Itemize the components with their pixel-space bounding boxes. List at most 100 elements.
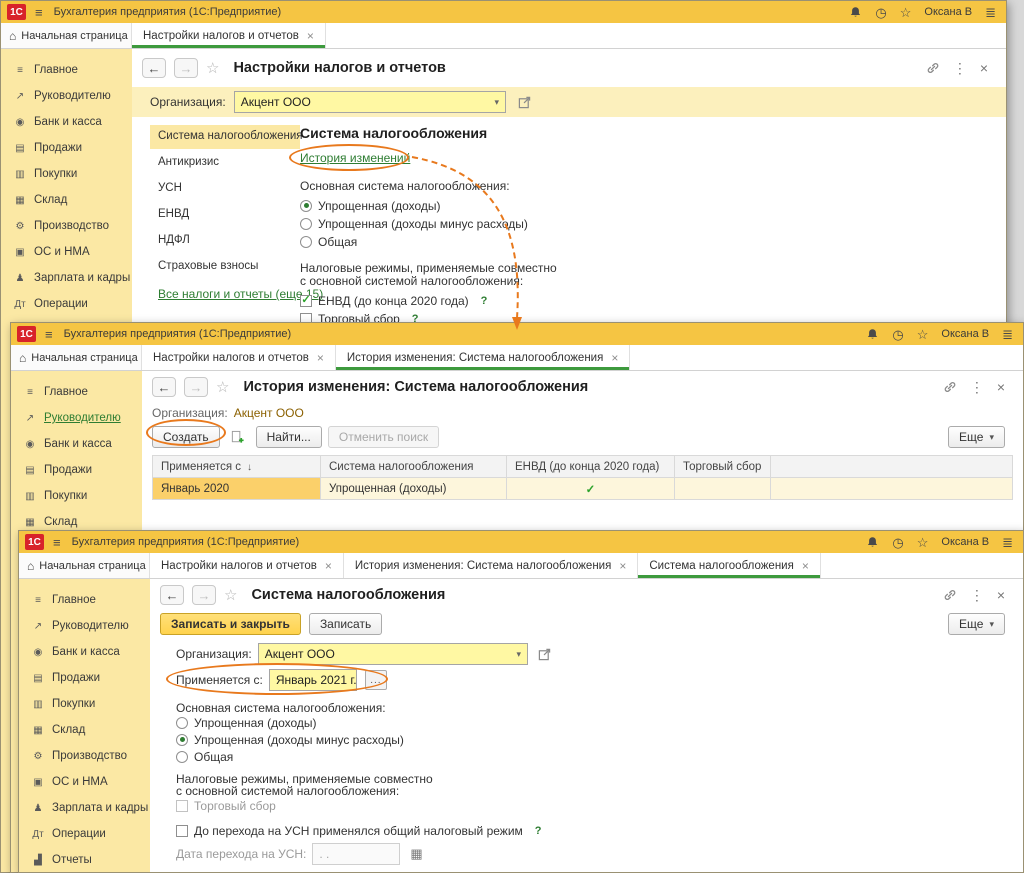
- calendar-icon[interactable]: ▦: [410, 846, 422, 862]
- tab-tax-settings[interactable]: Настройки налогов и отчетов ×: [150, 553, 344, 578]
- sidebar-item-sklad[interactable]: ▦Склад: [1, 187, 132, 213]
- sidebar-item-os-nma[interactable]: ▣ОС и НМА: [19, 769, 150, 795]
- sidebar-item-bank-kassa[interactable]: ◉Банк и касса: [11, 431, 142, 457]
- column-taxation-system[interactable]: Система налогообложения: [321, 456, 507, 478]
- more-dots-icon[interactable]: ⋮: [970, 588, 984, 602]
- user-name[interactable]: Оксана В: [941, 328, 989, 340]
- back-button[interactable]: ←: [152, 377, 176, 397]
- sidebar-item-os-nma[interactable]: ▣ОС и НМА: [1, 239, 132, 265]
- radio-usn-income[interactable]: Упрощенная (доходы): [300, 197, 1006, 214]
- tab-close-icon[interactable]: ×: [802, 560, 809, 572]
- checkbox-trade-fee[interactable]: Торговый сбор: [176, 797, 1023, 814]
- tab-close-icon[interactable]: ×: [325, 560, 332, 572]
- sidebar-item-proizvodstvo[interactable]: ⚙Производство: [1, 213, 132, 239]
- open-form-icon[interactable]: [538, 648, 551, 661]
- radio-general[interactable]: Общая: [176, 748, 1023, 765]
- sidebar-item-proizvodstvo[interactable]: ⚙Производство: [19, 743, 150, 769]
- favorite-star-icon[interactable]: ☆: [216, 378, 229, 396]
- service-menu-icon[interactable]: ≣: [985, 6, 996, 19]
- service-menu-icon[interactable]: ≣: [1002, 328, 1013, 341]
- sidebar-item-sklad[interactable]: ▦Склад: [19, 717, 150, 743]
- save-and-close-button[interactable]: Записать и закрыть: [160, 613, 301, 635]
- more-dots-icon[interactable]: ⋮: [953, 61, 967, 75]
- create-button[interactable]: Создать: [152, 426, 220, 448]
- tab-taxation-form[interactable]: Система налогообложения ×: [638, 553, 821, 578]
- cell-trade-fee[interactable]: [675, 478, 771, 500]
- favorite-star-icon[interactable]: ☆: [206, 59, 219, 77]
- tab-close-icon[interactable]: ×: [611, 352, 618, 364]
- history-link[interactable]: История изменений: [300, 151, 410, 165]
- radio-usn-income[interactable]: Упрощенная (доходы): [176, 714, 1023, 731]
- all-taxes-link[interactable]: Все налоги и отчеты (еще 15): [150, 281, 300, 307]
- sidebar-item-rukovoditelyu[interactable]: ↗Руководителю: [19, 613, 150, 639]
- sidebar-item-pokupki[interactable]: ▥Покупки: [11, 483, 142, 509]
- choose-period-button[interactable]: ...: [365, 670, 387, 690]
- sidebar-item-glavnoe[interactable]: ≡Главное: [11, 379, 142, 405]
- nav-item-envd[interactable]: ЕНВД: [150, 203, 300, 227]
- sidebar-item-zarplata[interactable]: ♟Зарплата и кадры: [1, 265, 132, 291]
- organization-input[interactable]: Акцент ООО ▾: [258, 643, 528, 665]
- favorites-star-icon[interactable]: ☆: [917, 536, 929, 549]
- link-icon[interactable]: [943, 380, 957, 394]
- sidebar-item-rukovoditelyu[interactable]: ↗Руководителю: [1, 83, 132, 109]
- favorite-star-icon[interactable]: ☆: [224, 586, 237, 604]
- user-name[interactable]: Оксана В: [924, 6, 972, 18]
- radio-general[interactable]: Общая: [300, 233, 1006, 250]
- tab-home[interactable]: ⌂ Начальная страница: [1, 23, 132, 48]
- sidebar-item-prodazhi[interactable]: ▤Продажи: [1, 135, 132, 161]
- sidebar-item-glavnoe[interactable]: ≡Главное: [1, 57, 132, 83]
- sidebar-item-glavnoe[interactable]: ≡Главное: [19, 587, 150, 613]
- save-button[interactable]: Записать: [309, 613, 382, 635]
- cell-envd-check[interactable]: ✓: [507, 478, 675, 500]
- forward-button[interactable]: →: [192, 585, 216, 605]
- sidebar-item-operacii[interactable]: ДтОперации: [19, 821, 150, 847]
- sidebar-item-otchety[interactable]: ▟Отчеты: [19, 847, 150, 872]
- tab-home[interactable]: ⌂ Начальная страница: [19, 553, 150, 578]
- usn-transition-date-input[interactable]: . .: [312, 843, 400, 865]
- tab-close-icon[interactable]: ×: [619, 560, 626, 572]
- more-button[interactable]: Еще ▾: [948, 613, 1005, 635]
- chevron-down-icon[interactable]: ▾: [489, 92, 505, 112]
- tab-close-icon[interactable]: ×: [307, 30, 314, 42]
- notifications-bell-icon[interactable]: [866, 536, 879, 549]
- radio-usn-income-expenses[interactable]: Упрощенная (доходы минус расходы): [300, 215, 1006, 232]
- tab-change-history[interactable]: История изменения: Система налогообложен…: [344, 553, 638, 578]
- column-envd[interactable]: ЕНВД (до конца 2020 года): [507, 456, 675, 478]
- sidebar-item-bank-kassa[interactable]: ◉Банк и касса: [1, 109, 132, 135]
- applies-from-input[interactable]: Январь 2021 г.: [269, 669, 357, 691]
- favorites-star-icon[interactable]: ☆: [900, 6, 912, 19]
- notifications-bell-icon[interactable]: [866, 328, 879, 341]
- create-by-copy-icon[interactable]: [226, 426, 250, 448]
- nav-item-vznosy[interactable]: Страховые взносы: [150, 255, 300, 279]
- user-name[interactable]: Оксана В: [941, 536, 989, 548]
- cell-applies-from[interactable]: Январь 2020: [153, 478, 321, 500]
- more-dots-icon[interactable]: ⋮: [970, 380, 984, 394]
- sidebar-item-bank-kassa[interactable]: ◉Банк и касса: [19, 639, 150, 665]
- history-clock-icon[interactable]: ◷: [892, 328, 903, 341]
- tab-tax-settings[interactable]: Настройки налогов и отчетов ×: [132, 23, 326, 48]
- table-row[interactable]: Январь 2020 Упрощенная (доходы) ✓: [153, 478, 1013, 500]
- nav-item-taxation-system[interactable]: Система налогообложения: [150, 125, 300, 149]
- chevron-down-icon[interactable]: ▾: [511, 644, 527, 664]
- tab-tax-settings[interactable]: Настройки налогов и отчетов ×: [142, 345, 336, 370]
- help-question-icon[interactable]: ?: [535, 825, 542, 837]
- nav-item-antikrizis[interactable]: Антикризис: [150, 151, 300, 175]
- sidebar-item-prodazhi[interactable]: ▤Продажи: [11, 457, 142, 483]
- sidebar-item-pokupki[interactable]: ▥Покупки: [19, 691, 150, 717]
- column-applies-from[interactable]: Применяется с↓: [153, 456, 321, 478]
- history-clock-icon[interactable]: ◷: [875, 6, 886, 19]
- link-icon[interactable]: [943, 588, 957, 602]
- history-clock-icon[interactable]: ◷: [892, 536, 903, 549]
- main-menu-icon[interactable]: ≡: [45, 328, 53, 341]
- sidebar-item-prodazhi[interactable]: ▤Продажи: [19, 665, 150, 691]
- help-question-icon[interactable]: ?: [481, 295, 488, 307]
- tab-change-history[interactable]: История изменения: Система налогообложен…: [336, 345, 630, 370]
- open-form-icon[interactable]: [518, 96, 531, 109]
- close-icon[interactable]: ×: [997, 380, 1005, 394]
- main-menu-icon[interactable]: ≡: [53, 536, 61, 549]
- back-button[interactable]: ←: [160, 585, 184, 605]
- more-button[interactable]: Еще ▾: [948, 426, 1005, 448]
- column-trade-fee[interactable]: Торговый сбор: [675, 456, 771, 478]
- main-menu-icon[interactable]: ≡: [35, 6, 43, 19]
- sidebar-item-zarplata[interactable]: ♟Зарплата и кадры: [19, 795, 150, 821]
